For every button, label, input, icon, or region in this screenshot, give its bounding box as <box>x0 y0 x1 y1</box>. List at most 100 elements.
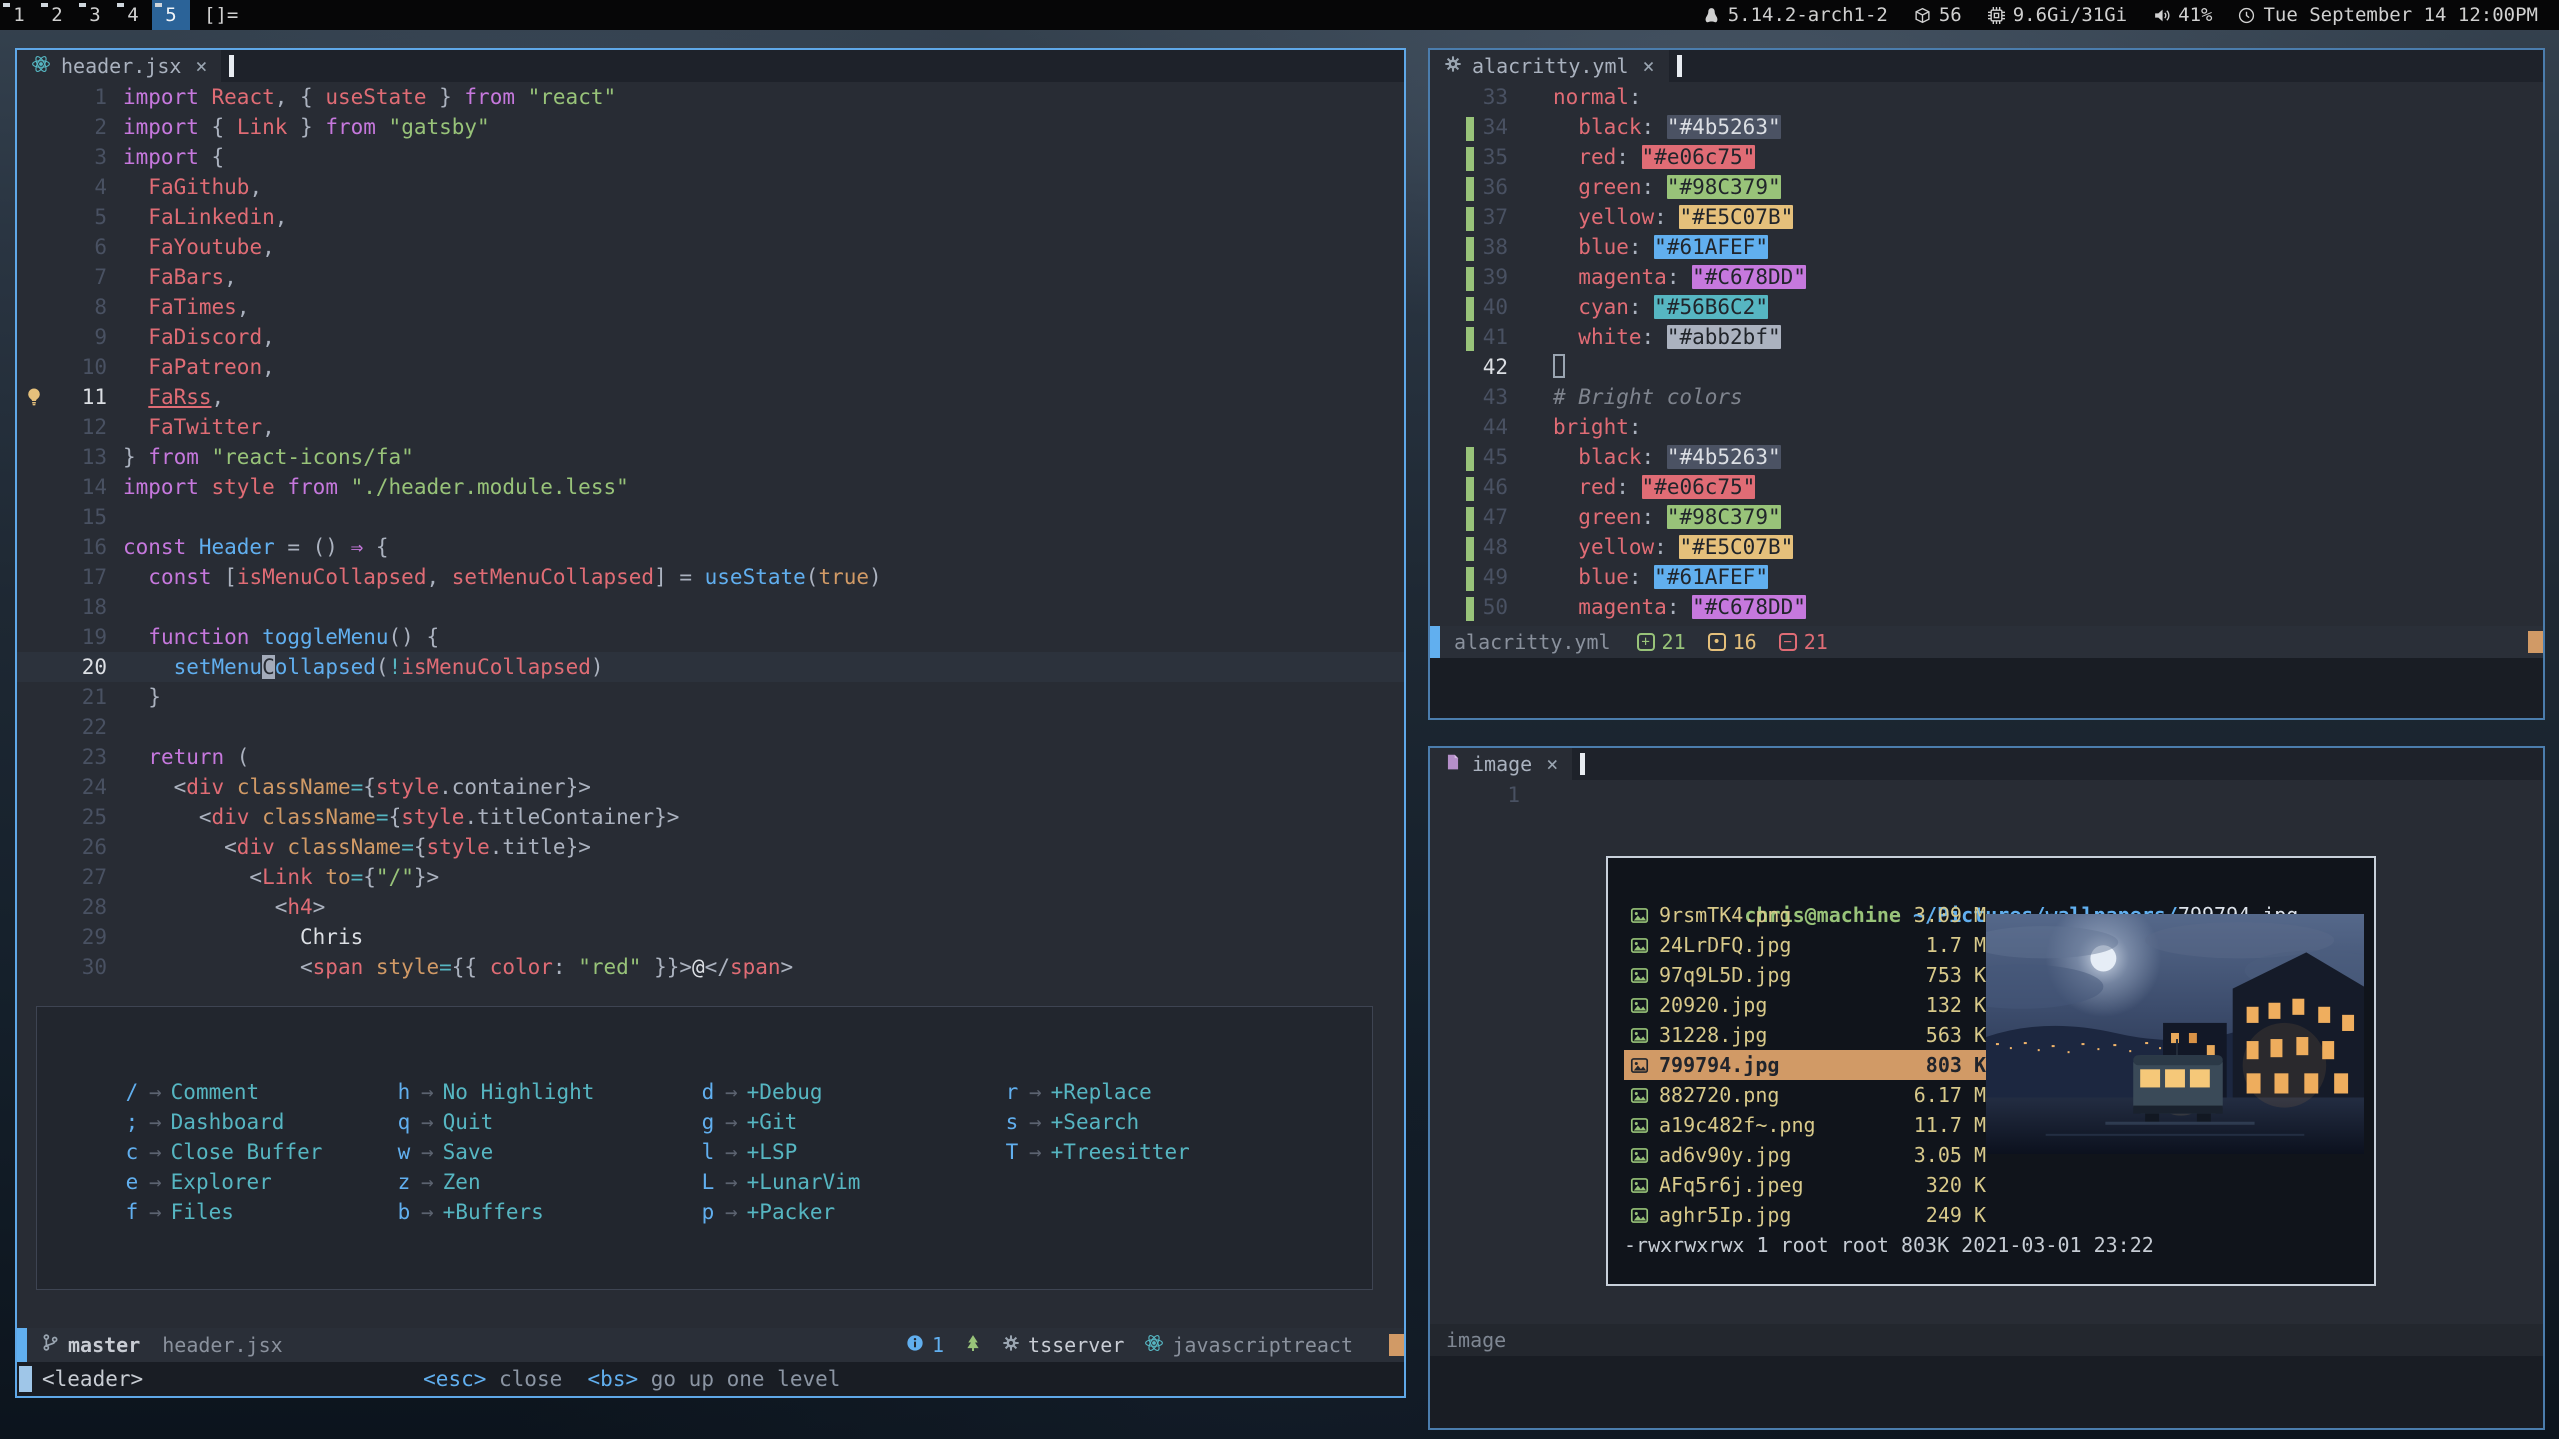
code-line[interactable]: 28 <h4> <box>17 892 1404 922</box>
line-number: 35 <box>1474 142 1508 172</box>
whichkey-item: /→Comment <box>124 1077 396 1107</box>
code-line[interactable]: 22 <box>17 712 1404 742</box>
image-file-icon <box>1630 1116 1649 1135</box>
arrow-icon: → <box>725 1080 738 1104</box>
code-line[interactable]: 17 const [isMenuCollapsed, setMenuCollap… <box>17 562 1404 592</box>
code-line[interactable]: 30 <span style={{ color: "red" }}>@</spa… <box>17 952 1404 982</box>
line-text: FaPatreon, <box>123 352 275 382</box>
code-line[interactable]: 12 FaTwitter, <box>17 412 1404 442</box>
token: black <box>1578 445 1641 469</box>
code-line[interactable]: 6 FaYoutube, <box>17 232 1404 262</box>
token: : <box>1642 505 1667 529</box>
code-line[interactable]: 1import React, { useState } from "react" <box>17 82 1404 112</box>
code-line[interactable]: 2import { Link } from "gatsby" <box>17 112 1404 142</box>
code-line[interactable]: 25 <div className={style.titleContainer}… <box>17 802 1404 832</box>
tab-header-jsx[interactable]: header.jsx × <box>17 50 221 82</box>
code-line[interactable]: 40 cyan: "#56B6C2" <box>1430 292 2543 322</box>
whichkey-key: T <box>1004 1137 1020 1167</box>
code-line[interactable]: 41 white: "#abb2bf" <box>1430 322 2543 352</box>
code-line[interactable]: 35 red: "#e06c75" <box>1430 142 2543 172</box>
code-line[interactable]: 43# Bright colors <box>1430 382 2543 412</box>
code-line[interactable]: 14import style from "./header.module.les… <box>17 472 1404 502</box>
code-line[interactable]: 9 FaDiscord, <box>17 322 1404 352</box>
code-line[interactable]: 21 } <box>17 682 1404 712</box>
terminal-prompt: chris@machine ~/Pictures/wallpapers/7997… <box>1624 870 2358 900</box>
line-text: yellow: "#E5C07B" <box>1553 202 1793 232</box>
token: : <box>1642 445 1667 469</box>
code-line[interactable]: 29 Chris <box>17 922 1404 952</box>
image-file-icon <box>1630 1206 1649 1225</box>
close-icon[interactable]: × <box>1643 54 1655 78</box>
code-line[interactable]: 45 black: "#4b5263" <box>1430 442 2543 472</box>
workspace-tag-2[interactable]: 2 <box>38 0 76 30</box>
token: style <box>212 475 275 499</box>
line-text: bright: <box>1553 412 1642 442</box>
code-line[interactable]: 39 magenta: "#C678DD" <box>1430 262 2543 292</box>
code-line[interactable]: 23 return ( <box>17 742 1404 772</box>
code-line[interactable]: 46 red: "#e06c75" <box>1430 472 2543 502</box>
workspace-tag-1[interactable]: 1 <box>0 0 38 30</box>
gear-icon <box>1002 1333 1020 1357</box>
code-line[interactable]: 34 black: "#4b5263" <box>1430 112 2543 142</box>
code-line[interactable]: 5 FaLinkedin, <box>17 202 1404 232</box>
git-stats: + 21 • 16 − 21 <box>1637 630 1828 654</box>
git-removed-icon: − <box>1779 633 1797 651</box>
code-line[interactable]: 10 FaPatreon, <box>17 352 1404 382</box>
code-line[interactable]: 13} from "react-icons/fa" <box>17 442 1404 472</box>
token: style <box>376 775 439 799</box>
sign-column <box>1430 442 1474 472</box>
tab-image[interactable]: image × <box>1430 748 1572 780</box>
gear-icon <box>1444 54 1462 78</box>
token: , <box>237 295 250 319</box>
sign-column <box>17 682 51 712</box>
close-icon[interactable]: × <box>195 54 207 78</box>
token: from <box>325 115 388 139</box>
token: const <box>123 535 199 559</box>
code-line[interactable]: 8 FaTimes, <box>17 292 1404 322</box>
command-line[interactable] <box>1430 658 2543 718</box>
code-line[interactable]: 16const Header = () ⇒ { <box>17 532 1404 562</box>
token: : <box>1667 265 1692 289</box>
whichkey-item: L→+LunarVim <box>700 1167 1004 1197</box>
code-line[interactable]: 26 <div className={style.title}> <box>17 832 1404 862</box>
workspace-tag-4[interactable]: 4 <box>114 0 152 30</box>
file-row: 20920.jpg132 K <box>1624 990 1992 1020</box>
tab-alacritty-yml[interactable]: alacritty.yml × <box>1430 50 1669 82</box>
layout-symbol[interactable]: []= <box>204 4 238 26</box>
code-line[interactable]: 44bright: <box>1430 412 2543 442</box>
code-buffer[interactable]: 33normal:34 black: "#4b5263"35 red: "#e0… <box>1430 82 2543 626</box>
workspace-tag-5[interactable]: 5 <box>152 0 190 30</box>
cursor-hollow <box>1553 354 1565 378</box>
sign-column <box>17 412 51 442</box>
code-line[interactable]: 49 blue: "#61AFEF" <box>1430 562 2543 592</box>
command-line[interactable] <box>1430 1356 2543 1428</box>
code-line[interactable]: 48 yellow: "#E5C07B" <box>1430 532 2543 562</box>
workspace-tag-3[interactable]: 3 <box>76 0 114 30</box>
token: = <box>351 775 364 799</box>
code-line[interactable]: 18 <box>17 592 1404 622</box>
code-line[interactable]: 20 setMenuCollapsed(!isMenuCollapsed) <box>17 652 1404 682</box>
code-line[interactable]: 37 yellow: "#E5C07B" <box>1430 202 2543 232</box>
statusline-filename: header.jsx <box>162 1333 282 1357</box>
code-line[interactable]: 3import { <box>17 142 1404 172</box>
code-line[interactable]: 11 FaRss, <box>17 382 1404 412</box>
line-number: 13 <box>51 442 107 472</box>
token: < <box>123 865 262 889</box>
code-line[interactable]: 24 <div className={style.container}> <box>17 772 1404 802</box>
code-line[interactable]: 42 <box>1430 352 2543 382</box>
command-line[interactable]: <leader> <esc> close <bs> go up one leve… <box>17 1362 1404 1396</box>
clock-icon <box>2238 7 2255 24</box>
code-line[interactable]: 36 green: "#98C379" <box>1430 172 2543 202</box>
close-icon[interactable]: × <box>1546 752 1558 776</box>
code-line[interactable]: 19 function toggleMenu() { <box>17 622 1404 652</box>
code-line[interactable]: 47 green: "#98C379" <box>1430 502 2543 532</box>
code-line[interactable]: 38 blue: "#61AFEF" <box>1430 232 2543 262</box>
code-line[interactable]: 15 <box>17 502 1404 532</box>
code-line[interactable]: 4 FaGithub, <box>17 172 1404 202</box>
whichkey-key: w <box>396 1137 412 1167</box>
code-line[interactable]: 50 magenta: "#C678DD" <box>1430 592 2543 622</box>
code-line[interactable]: 7 FaBars, <box>17 262 1404 292</box>
code-line[interactable]: 33normal: <box>1430 82 2543 112</box>
whichkey-key: g <box>700 1107 716 1137</box>
code-line[interactable]: 27 <Link to={"/"}> <box>17 862 1404 892</box>
